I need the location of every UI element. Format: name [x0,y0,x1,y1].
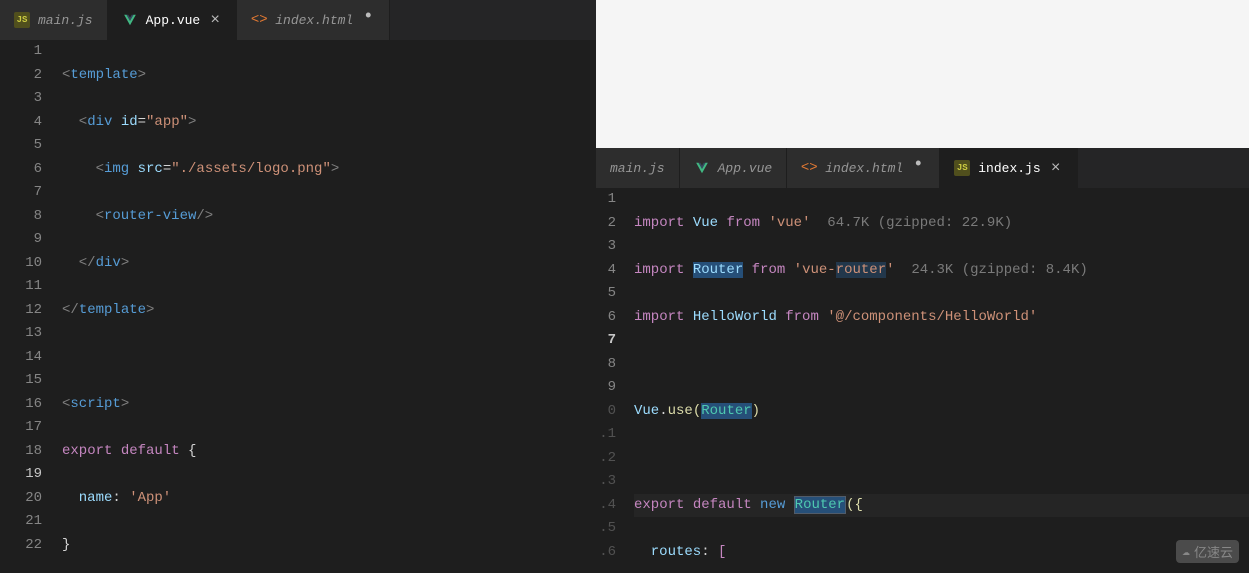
id-hello: HelloWorld [693,309,777,325]
right-line-gutter: 1 2 3 4 5 6 7 8 9 0 .1 .2 .3 .4 .5 .6 [596,188,626,573]
kw-new: new [760,497,785,513]
watermark-badge: ☁ 亿速云 [1176,540,1239,563]
kw-import: import [634,215,684,231]
tab-app-vue-r[interactable]: App.vue [680,148,788,188]
size-router: 24.3K (gzipped: 8.4K) [911,262,1087,278]
kw-import2: import [634,262,684,278]
js-icon: JS [14,12,30,28]
close-icon[interactable]: × [1049,159,1063,177]
tab-main-js-r[interactable]: main.js [596,148,680,188]
prop-name: name [79,490,113,506]
tab-index-html[interactable]: <> index.html • [237,0,390,40]
right-tab-bar: main.js App.vue <> index.html • JS index… [596,148,1249,188]
tag-script: script [70,396,120,412]
tab-label: App.vue [146,13,201,28]
attr-src: src [138,161,163,177]
size-vue: 64.7K (gzipped: 22.9K) [827,215,1012,231]
tab-label: App.vue [718,161,773,176]
right-editor-body[interactable]: 1 2 3 4 5 6 7 8 9 0 .1 .2 .3 .4 .5 .6 im… [596,188,1249,573]
tab-index-html-r[interactable]: <> index.html • [787,148,940,188]
tag-template-close: template [79,302,146,318]
str-hello: '@/components/HelloWorld' [827,309,1037,325]
tab-label: index.html [825,161,903,176]
kw-export-r: export [634,497,684,513]
kw-import3: import [634,309,684,325]
id-router-arg: Router [701,403,751,419]
id-router: Router [693,262,743,278]
tab-index-js-r[interactable]: JS index.js × [940,148,1077,188]
tag-div-close: div [96,255,121,271]
left-tab-bar: JS main.js App.vue × <> index.html • [0,0,596,40]
js-icon: JS [954,160,970,176]
tag-img: img [104,161,129,177]
html-icon: <> [251,12,267,28]
vue-icon [694,160,710,176]
kw-from2: from [752,262,786,278]
attr-id: id [121,114,138,130]
val-logo: "./assets/logo.png" [171,161,331,177]
kw-default-r: default [693,497,752,513]
tag-router-view: router-view [104,208,196,224]
val-app-str: 'App' [129,490,171,506]
blank-top-area [596,0,1249,148]
str-vue: 'vue' [768,215,810,231]
watermark-text: 亿速云 [1194,542,1233,561]
close-icon[interactable]: × [208,11,222,29]
vue-icon [122,12,138,28]
prop-routes: routes [651,544,701,560]
cloud-icon: ☁ [1182,544,1190,559]
kw-from: from [726,215,760,231]
fn-use: use [668,403,693,419]
kw-export: export [62,443,112,459]
tab-app-vue[interactable]: App.vue × [108,0,238,40]
tag-template: template [70,67,137,83]
tab-label: main.js [610,161,665,176]
val-app: "app" [146,114,188,130]
tab-main-js[interactable]: JS main.js [0,0,108,40]
tab-label: index.js [978,161,1040,176]
left-editor-pane: JS main.js App.vue × <> index.html • 123… [0,0,596,573]
right-editor-pane: main.js App.vue <> index.html • JS index… [596,0,1249,573]
tab-label: main.js [38,13,93,28]
left-editor-body[interactable]: 12345678910111213141516171819202122 <tem… [0,40,596,573]
html-icon: <> [801,160,817,176]
kw-from3: from [785,309,819,325]
left-line-gutter: 12345678910111213141516171819202122 [0,40,62,573]
id-vue: Vue [693,215,718,231]
kw-default: default [121,443,180,459]
right-code-area[interactable]: import Vue from 'vue' 64.7K (gzipped: 22… [626,188,1249,573]
left-code-area[interactable]: <template> <div id="app"> <img src="./as… [62,40,596,573]
id-router-new: Router [794,496,846,514]
tab-label: index.html [275,13,353,28]
vue-use: Vue [634,403,659,419]
tag-div: div [87,114,112,130]
